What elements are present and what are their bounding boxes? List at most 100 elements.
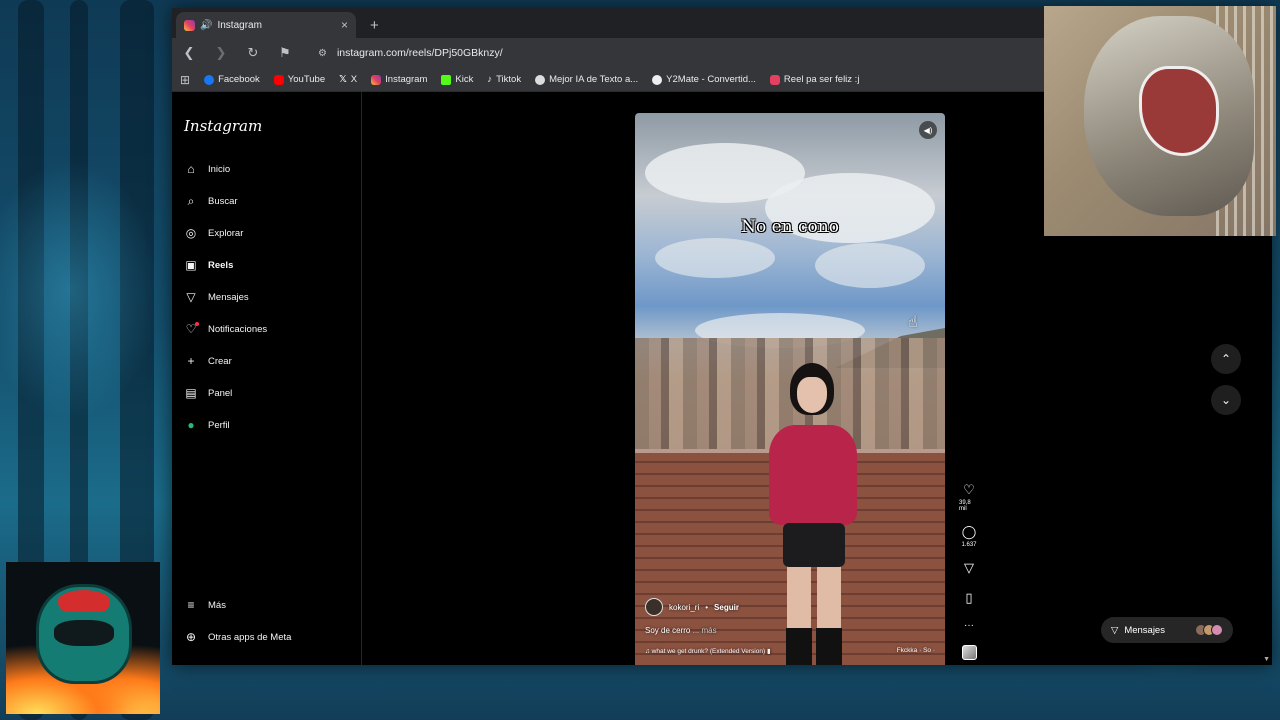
nav-label: Reels bbox=[208, 259, 234, 271]
site-settings-icon[interactable]: ⚙ bbox=[318, 48, 327, 59]
heart-icon: ♡ bbox=[185, 322, 199, 336]
save-button[interactable]: ▯ bbox=[965, 590, 972, 606]
bookmark-label: Instagram bbox=[385, 74, 428, 85]
nav-label: Crear bbox=[208, 355, 232, 367]
profile-icon: ● bbox=[187, 418, 195, 432]
more-link[interactable]: ... más bbox=[693, 626, 717, 635]
nav-explorar[interactable]: ◎ Explorar bbox=[184, 226, 244, 240]
bookmark-label: Y2Mate - Convertid... bbox=[666, 74, 756, 85]
chevron-up-icon: ⌃ bbox=[1220, 352, 1232, 366]
nav-otras-apps-meta[interactable]: ⊕ Otras apps de Meta bbox=[184, 630, 291, 644]
comment-button[interactable]: ◯ 1.637 bbox=[961, 524, 976, 548]
back-button[interactable]: ❮ bbox=[180, 45, 198, 61]
volume-icon[interactable]: ◀) bbox=[919, 121, 937, 139]
nav-mensajes[interactable]: ▽ Mensajes bbox=[184, 290, 249, 304]
nav-label: Perfil bbox=[208, 419, 230, 431]
bookmark-tiktok[interactable]: ♪ Tiktok bbox=[487, 74, 521, 85]
cloud bbox=[815, 243, 925, 288]
more-options-button[interactable]: ··· bbox=[964, 620, 974, 631]
scroll-down-arrow[interactable]: ▼ bbox=[1263, 656, 1270, 663]
nav-mas[interactable]: ≡ Más bbox=[184, 598, 226, 612]
bookmark-ia-texto[interactable]: Mejor IA de Texto a... bbox=[535, 74, 638, 85]
nav-inicio[interactable]: ⌂ Inicio bbox=[184, 162, 230, 176]
meta-apps-icon: ⊕ bbox=[185, 630, 197, 644]
send-icon: ▽ bbox=[186, 290, 196, 304]
new-tab-button[interactable]: + bbox=[370, 17, 379, 34]
nav-label: Más bbox=[208, 599, 226, 611]
send-icon: ▽ bbox=[1111, 624, 1119, 636]
ai-site-icon bbox=[535, 74, 546, 85]
y2mate-icon bbox=[652, 74, 663, 85]
nav-label: Buscar bbox=[208, 196, 238, 207]
comment-icon: ◯ bbox=[961, 524, 977, 539]
follow-button[interactable]: Seguir bbox=[714, 603, 739, 612]
nav-label: Notificaciones bbox=[208, 323, 268, 335]
bookmark-kick[interactable]: Kick bbox=[441, 74, 473, 85]
menu-icon: ≡ bbox=[187, 598, 195, 612]
instagram-icon bbox=[769, 74, 780, 85]
bookmark-x[interactable]: 𝕏X bbox=[339, 74, 357, 85]
reload-button[interactable]: ↻ bbox=[244, 45, 262, 61]
plus-icon: + bbox=[187, 354, 195, 368]
nav-label: Mensajes bbox=[208, 291, 249, 303]
bookmark-label: Facebook bbox=[218, 74, 260, 85]
mouse-cursor-icon: ☝ bbox=[908, 314, 918, 331]
bookmark-y2mate[interactable]: Y2Mate - Convertid... bbox=[652, 74, 756, 85]
nav-label: Explorar bbox=[208, 227, 244, 239]
apps-grid-icon[interactable]: ⊞ bbox=[180, 73, 190, 87]
bookmark-icon[interactable]: ⚑ bbox=[276, 45, 294, 61]
nav-perfil[interactable]: ● Perfil bbox=[184, 418, 230, 432]
bookmark-reel[interactable]: Reel pa ser feliz :j bbox=[769, 74, 860, 85]
reel-description: Soy de cerro bbox=[645, 626, 691, 635]
close-tab-icon[interactable]: × bbox=[341, 18, 348, 32]
bookmark-label: Kick bbox=[455, 74, 474, 85]
forward-button[interactable]: ❯ bbox=[212, 45, 230, 61]
reels-icon: ▣ bbox=[185, 258, 197, 272]
chevron-down-icon: ⌄ bbox=[1220, 393, 1232, 407]
bookmark-youtube[interactable]: YouTube bbox=[273, 74, 325, 85]
nav-buscar[interactable]: ⌕ Buscar bbox=[184, 194, 238, 209]
share-button[interactable]: ▽ bbox=[964, 560, 974, 576]
bookmark-facebook[interactable]: Facebook bbox=[204, 74, 260, 85]
cloud bbox=[655, 238, 775, 278]
instagram-sidebar: Instagram ⌂ Inicio ⌕ Buscar ◎ Explorar ▣ Ree… bbox=[172, 92, 362, 665]
tab-title: Instagram bbox=[217, 19, 262, 31]
ellipsis-icon: ··· bbox=[964, 620, 974, 631]
avatar bbox=[1211, 624, 1223, 636]
nav-notificaciones[interactable]: ♡ Notificaciones bbox=[184, 322, 267, 336]
mascot-mask bbox=[54, 620, 114, 646]
nav-label: Panel bbox=[208, 387, 233, 399]
audio-artist[interactable]: Fkckka · So · bbox=[897, 647, 935, 655]
previous-reel-button[interactable]: ⌃ bbox=[1211, 344, 1241, 374]
heart-icon: ♡ bbox=[963, 482, 975, 497]
instagram-logo[interactable]: Instagram bbox=[184, 117, 262, 135]
nav-reels[interactable]: ▣ Reels bbox=[184, 258, 233, 272]
nav-panel[interactable]: ▤ Panel bbox=[184, 386, 232, 400]
tab-instagram[interactable]: 🔊 Instagram × bbox=[176, 12, 356, 38]
comment-count: 1.637 bbox=[961, 542, 977, 548]
bookmark-label: Tiktok bbox=[496, 74, 522, 85]
webcam-overlay-top bbox=[1044, 6, 1276, 236]
message-avatars bbox=[1195, 624, 1223, 636]
nav-crear[interactable]: + Crear bbox=[184, 354, 232, 368]
speaker-icon[interactable]: 🔊 bbox=[200, 20, 212, 31]
youtube-icon bbox=[273, 74, 284, 85]
nav-label: Otras apps de Meta bbox=[208, 631, 292, 643]
audio-track[interactable]: ♫ what we get drunk? (Extended Version) … bbox=[645, 647, 771, 655]
webcam-overlay-bottom bbox=[6, 562, 160, 714]
reel-actions: ♡ 39,8 mil ◯ 1.637 ▽ ▯ ··· bbox=[959, 482, 979, 660]
like-count: 39,8 mil bbox=[959, 500, 971, 512]
messages-button[interactable]: ▽ Mensajes bbox=[1101, 617, 1233, 643]
next-reel-button[interactable]: ⌄ bbox=[1211, 385, 1241, 415]
bookmark-label: Reel pa ser feliz :j bbox=[783, 74, 860, 85]
username[interactable]: kokori_ri bbox=[669, 603, 699, 612]
like-button[interactable]: ♡ 39,8 mil bbox=[959, 482, 979, 512]
url-text[interactable]: instagram.com/reels/DPj50GBknzy/ bbox=[337, 47, 1146, 59]
nav-label: Inicio bbox=[208, 163, 231, 175]
face bbox=[797, 377, 827, 413]
reel-video[interactable]: No en cono ◀) kokori_ri • Seguir Soy de … bbox=[635, 113, 945, 665]
audio-thumbnail[interactable] bbox=[961, 645, 977, 660]
avatar[interactable] bbox=[645, 598, 663, 616]
instagram-favicon-icon bbox=[184, 19, 195, 31]
bookmark-instagram[interactable]: Instagram bbox=[371, 74, 427, 85]
